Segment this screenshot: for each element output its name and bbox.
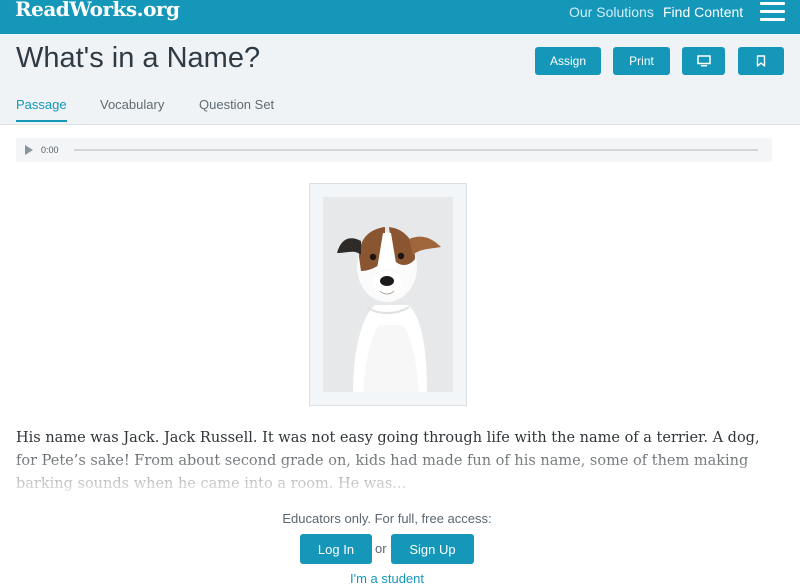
bookmark-button[interactable] xyxy=(738,47,784,75)
student-link[interactable]: I'm a student xyxy=(0,571,774,586)
monitor-icon xyxy=(696,55,711,67)
hamburger-menu-icon[interactable] xyxy=(760,2,785,22)
article-header: What's in a Name? Assign Print Passage V… xyxy=(0,34,800,125)
present-button[interactable] xyxy=(682,47,725,75)
page-title: What's in a Name? xyxy=(16,42,261,74)
audio-progress-track[interactable] xyxy=(74,149,758,151)
tab-passage[interactable]: Passage xyxy=(16,97,67,112)
access-message: Educators only. For full, free access: xyxy=(282,511,492,526)
passage-image-frame xyxy=(309,183,467,406)
audio-time: 0:00 xyxy=(41,145,59,155)
print-button[interactable]: Print xyxy=(613,47,670,75)
login-button[interactable]: Log In xyxy=(300,534,372,564)
audio-player: 0:00 xyxy=(16,138,772,162)
nav-find-content[interactable]: Find Content xyxy=(663,4,743,20)
or-label: or xyxy=(375,541,387,556)
signup-button[interactable]: Sign Up xyxy=(391,534,474,564)
readworks-logo[interactable]: ReadWorks.org xyxy=(15,0,180,21)
active-tab-indicator xyxy=(16,120,67,122)
passage-fade-overlay xyxy=(0,440,800,500)
tab-question-set[interactable]: Question Set xyxy=(199,97,274,112)
nav-our-solutions[interactable]: Our Solutions xyxy=(569,4,654,20)
play-icon[interactable] xyxy=(25,145,33,155)
jack-russell-terrier-photo xyxy=(323,197,453,392)
assign-button[interactable]: Assign xyxy=(535,47,601,75)
bookmark-icon xyxy=(756,55,766,67)
top-nav-bar: ReadWorks.org Our Solutions Find Content xyxy=(0,0,800,34)
tab-vocabulary[interactable]: Vocabulary xyxy=(100,97,164,112)
